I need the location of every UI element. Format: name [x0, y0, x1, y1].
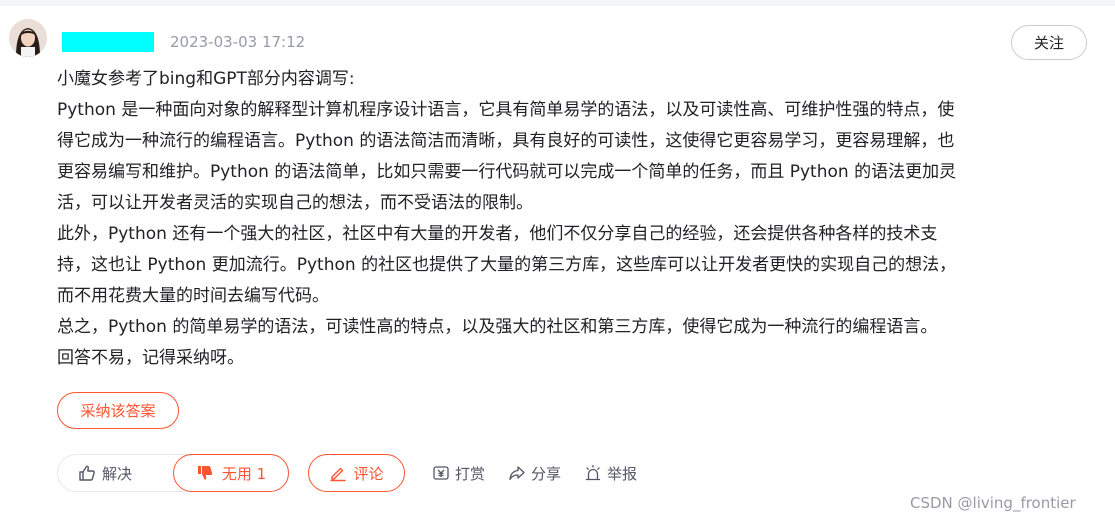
accept-answer-button[interactable]: 采纳该答案: [57, 392, 179, 429]
answer-line: 小魔女参考了bing和GPT部分内容调写:: [57, 69, 355, 89]
reward-icon: [432, 464, 450, 482]
share-label: 分享: [531, 464, 562, 483]
useful-label: 解决: [102, 464, 133, 483]
answer-line: 得它成为一种流行的编程语言。Python 的语法简洁而清晰，具有良好的可读性，这…: [57, 131, 955, 151]
alarm-icon: [584, 464, 602, 482]
avatar[interactable]: [9, 19, 47, 57]
share-button[interactable]: 分享: [508, 462, 561, 484]
thumbs-down-icon: [196, 464, 214, 482]
comment-label: 评论: [353, 464, 384, 483]
reward-label: 打赏: [455, 464, 486, 483]
answer-line: 回答不易，记得采纳呀。: [57, 348, 244, 368]
answer-line: 持，这也让 Python 更加流行。Python 的社区也提供了大量的第三方库，…: [57, 255, 957, 275]
reward-button[interactable]: 打赏: [432, 462, 485, 484]
post-timestamp: 2023-03-03 17:12: [170, 33, 306, 51]
top-divider: [0, 0, 1115, 6]
useless-label: 无用 1: [221, 464, 267, 483]
report-label: 举报: [607, 464, 638, 483]
follow-button[interactable]: 关注: [1011, 25, 1087, 60]
vote-group: 解决 无用 1: [57, 454, 289, 492]
useless-button[interactable]: 无用 1: [173, 454, 289, 492]
csdn-watermark: CSDN @living_frontier: [910, 494, 1076, 512]
answer-line: 活，可以让开发者灵活的实现自己的想法，而不受语法的限制。: [57, 193, 533, 213]
avatar-image: [9, 19, 47, 57]
pencil-icon: [329, 464, 347, 482]
username-redacted[interactable]: [62, 32, 154, 52]
answer-line: 更容易编写和维护。Python 的语法简单，比如只需要一行代码就可以完成一个简单…: [57, 162, 957, 182]
share-icon: [508, 464, 526, 482]
answer-line: 而不用花费大量的时间去编写代码。: [57, 286, 329, 306]
answer-line: Python 是一种面向对象的解释型计算机程序设计语言，它具有简单易学的语法，以…: [57, 100, 955, 120]
answer-content: 小魔女参考了bing和GPT部分内容调写: Python 是一种面向对象的解释型…: [57, 64, 1057, 374]
report-button[interactable]: 举报: [584, 462, 637, 484]
answer-line: 总之，Python 的简单易学的语法，可读性高的特点，以及强大的社区和第三方库，…: [57, 317, 938, 337]
thumbs-up-icon: [78, 464, 96, 482]
comment-button[interactable]: 评论: [308, 454, 405, 492]
useful-button[interactable]: 解决: [58, 455, 170, 491]
answer-line: 此外，Python 还有一个强大的社区，社区中有大量的开发者，他们不仅分享自己的…: [57, 224, 938, 244]
